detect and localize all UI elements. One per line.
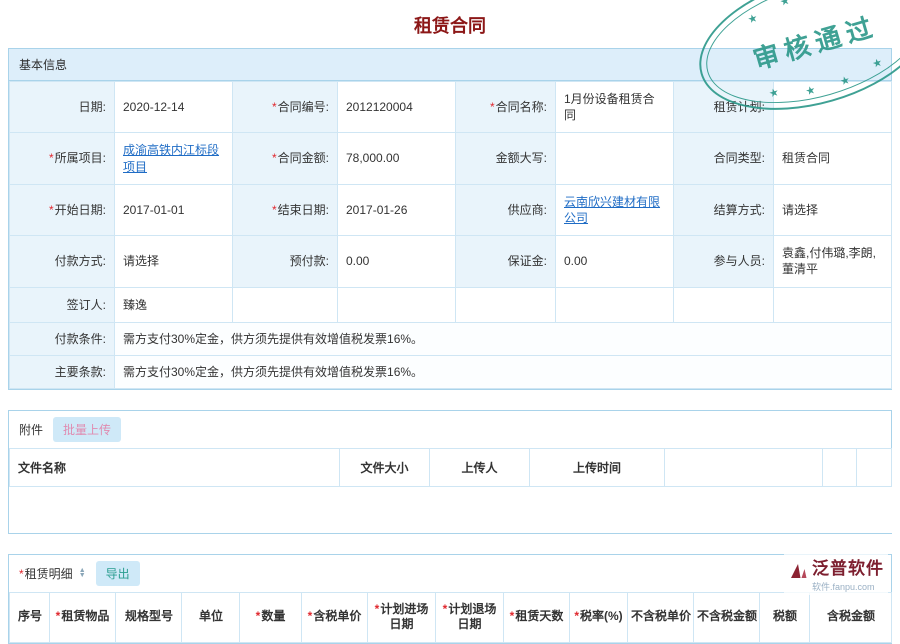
field-value-prepayment: 0.00 — [338, 236, 456, 287]
batch-upload-button[interactable]: 批量上传 — [53, 417, 121, 442]
brand-domain: 软件.fanpu.com — [812, 580, 875, 593]
lease-detail-title: *租赁明细 — [19, 565, 73, 582]
field-label-payment-method: 付款方式: — [10, 236, 115, 287]
field-value-lease-plan — [774, 82, 892, 133]
field-value-start-date: 2017-01-01 — [115, 184, 233, 235]
field-value-participants: 袁鑫,付伟璐,李朗,董清平 — [774, 236, 892, 287]
required-mark: * — [272, 100, 277, 114]
col-empty — [665, 449, 823, 487]
attachments-table: 文件名称 文件大小 上传人 上传时间 — [9, 448, 892, 533]
empty-cell — [338, 287, 456, 322]
required-mark: * — [272, 203, 277, 217]
required-mark: * — [272, 151, 277, 165]
field-value-settlement: 请选择 — [774, 184, 892, 235]
field-value-date: 2020-12-14 — [115, 82, 233, 133]
field-label-amount: *合同金额: — [233, 133, 338, 184]
field-label-contract-type: 合同类型: — [674, 133, 774, 184]
table-row — [10, 487, 892, 533]
empty-cell — [774, 287, 892, 322]
field-value-payment-method: 请选择 — [115, 236, 233, 287]
field-value-amount: 78,000.00 — [338, 133, 456, 184]
lease-detail-panel: *租赁明细 ▲▼ 导出 序号 *租赁物品 规格型号 单位 *数量 *含税单价 *… — [8, 554, 892, 644]
attachments-title: 附件 — [19, 421, 43, 438]
required-mark: * — [49, 203, 54, 217]
field-label-participants: 参与人员: — [674, 236, 774, 287]
fanpu-logo-icon — [788, 561, 808, 586]
field-label-main-terms: 主要条款: — [10, 355, 115, 388]
col-file-name: 文件名称 — [10, 449, 340, 487]
attachments-bar: 附件 批量上传 — [9, 411, 891, 448]
field-value-contract-type: 租赁合同 — [774, 133, 892, 184]
col-empty — [823, 449, 857, 487]
field-value-contract-name: 1月份设备租赁合同 — [556, 82, 674, 133]
table-row: *所属项目: 成渝高铁内江标段项目 *合同金额: 78,000.00 金额大写:… — [10, 133, 892, 184]
empty-cell — [674, 287, 774, 322]
field-label-prepayment: 预付款: — [233, 236, 338, 287]
field-label-contract-name: *合同名称: — [456, 82, 556, 133]
field-label-deposit: 保证金: — [456, 236, 556, 287]
empty-attachments-row — [10, 487, 892, 533]
sort-icon[interactable]: ▲▼ — [79, 568, 86, 578]
required-mark: * — [49, 151, 54, 165]
field-value-end-date: 2017-01-26 — [338, 184, 456, 235]
table-row: 签订人: 臻逸 — [10, 287, 892, 322]
field-label-end-date: *结束日期: — [233, 184, 338, 235]
field-value-signer: 臻逸 — [115, 287, 233, 322]
field-label-project: *所属项目: — [10, 133, 115, 184]
empty-cell — [233, 287, 338, 322]
field-label-contract-no: *合同编号: — [233, 82, 338, 133]
empty-cell — [556, 287, 674, 322]
col-uploader: 上传人 — [430, 449, 530, 487]
lease-detail-bar: *租赁明细 ▲▼ 导出 — [9, 555, 891, 592]
page-title: 租赁合同 — [0, 0, 900, 48]
field-value-main-terms: 需方支付30%定金，供方须先提供有效增值税发票16%。 — [115, 355, 892, 388]
col-empty — [857, 449, 892, 487]
field-label-signer: 签订人: — [10, 287, 115, 322]
fanpu-watermark: 泛普软件 软件.fanpu.com — [784, 552, 888, 595]
basic-info-table: 日期: 2020-12-14 *合同编号: 2012120004 *合同名称: … — [9, 81, 892, 389]
col-upload-time: 上传时间 — [530, 449, 665, 487]
export-button[interactable]: 导出 — [96, 561, 140, 586]
table-row: 付款方式: 请选择 预付款: 0.00 保证金: 0.00 参与人员: 袁鑫,付… — [10, 236, 892, 287]
lease-detail-table: 序号 *租赁物品 规格型号 单位 *数量 *含税单价 *计划进场日期 *计划退场… — [9, 592, 892, 643]
table-row: 付款条件: 需方支付30%定金，供方须先提供有效增值税发票16%。 — [10, 322, 892, 355]
field-label-start-date: *开始日期: — [10, 184, 115, 235]
field-value-amount-words — [556, 133, 674, 184]
project-link[interactable]: 成渝高铁内江标段项目 — [123, 143, 219, 173]
attachments-panel: 附件 批量上传 文件名称 文件大小 上传人 上传时间 — [8, 410, 892, 534]
brand-name: 泛普软件 — [812, 554, 884, 579]
col-file-size: 文件大小 — [340, 449, 430, 487]
field-value-contract-no: 2012120004 — [338, 82, 456, 133]
field-label-date: 日期: — [10, 82, 115, 133]
supplier-link[interactable]: 云南欣兴建材有限公司 — [564, 195, 660, 225]
table-row: 主要条款: 需方支付30%定金，供方须先提供有效增值税发票16%。 — [10, 355, 892, 388]
empty-cell — [456, 287, 556, 322]
table-row: *开始日期: 2017-01-01 *结束日期: 2017-01-26 供应商:… — [10, 184, 892, 235]
table-header-row: 文件名称 文件大小 上传人 上传时间 — [10, 449, 892, 487]
field-label-lease-plan: 租赁计划: — [674, 82, 774, 133]
field-label-settlement: 结算方式: — [674, 184, 774, 235]
field-label-amount-words: 金额大写: — [456, 133, 556, 184]
field-value-payment-terms: 需方支付30%定金，供方须先提供有效增值税发票16%。 — [115, 322, 892, 355]
field-value-project: 成渝高铁内江标段项目 — [115, 133, 233, 184]
field-value-supplier: 云南欣兴建材有限公司 — [556, 184, 674, 235]
required-mark: * — [490, 100, 495, 114]
required-mark: * — [19, 567, 24, 581]
field-label-payment-terms: 付款条件: — [10, 322, 115, 355]
table-row: 日期: 2020-12-14 *合同编号: 2012120004 *合同名称: … — [10, 82, 892, 133]
field-value-deposit: 0.00 — [556, 236, 674, 287]
basic-info-header: 基本信息 — [9, 49, 891, 81]
field-label-supplier: 供应商: — [456, 184, 556, 235]
basic-info-panel: 基本信息 日期: 2020-12-14 *合同编号: 2012120004 *合… — [8, 48, 892, 390]
